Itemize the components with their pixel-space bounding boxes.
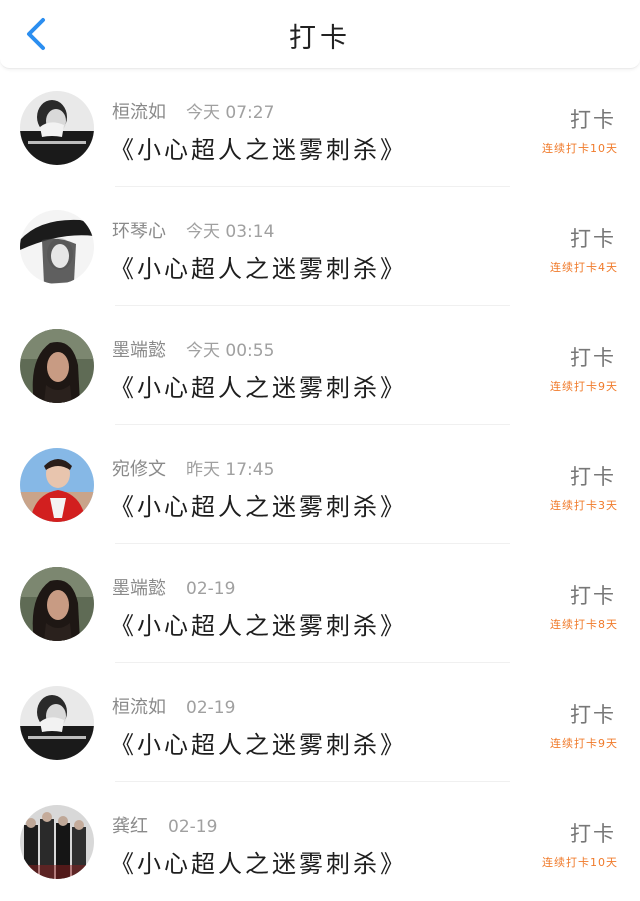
- streak-label: 连续打卡9天: [550, 737, 618, 750]
- checkin-button[interactable]: 打卡: [570, 104, 616, 134]
- streak-label: 连续打卡9天: [550, 380, 618, 393]
- user-name[interactable]: 宛修文: [112, 459, 166, 480]
- list-item[interactable]: 龚红 02-19 《小心超人之迷雾刺杀》 打卡 连续打卡10天: [0, 782, 640, 901]
- checkin-time: 02-19: [168, 817, 218, 837]
- user-name[interactable]: 墨端懿: [112, 578, 166, 599]
- avatar[interactable]: [20, 448, 94, 522]
- checkin-time: 昨天 17:45: [186, 460, 275, 480]
- book-title[interactable]: 《小心超人之迷雾刺杀》: [110, 606, 407, 641]
- user-name[interactable]: 墨端懿: [112, 340, 166, 361]
- streak-label: 连续打卡8天: [550, 618, 618, 631]
- avatar[interactable]: [20, 686, 94, 760]
- checkin-button[interactable]: 打卡: [570, 461, 616, 491]
- list-item[interactable]: 桓流如 02-19 《小心超人之迷雾刺杀》 打卡 连续打卡9天: [0, 663, 640, 782]
- book-title[interactable]: 《小心超人之迷雾刺杀》: [110, 725, 407, 760]
- checkin-time: 02-19: [186, 579, 236, 599]
- book-title[interactable]: 《小心超人之迷雾刺杀》: [110, 487, 407, 522]
- page-title: 打卡: [289, 23, 351, 54]
- list-item[interactable]: 墨端懿 02-19 《小心超人之迷雾刺杀》 打卡 连续打卡8天: [0, 544, 640, 663]
- avatar[interactable]: [20, 329, 94, 403]
- top-nav-bar: 打卡: [0, 0, 640, 69]
- book-title[interactable]: 《小心超人之迷雾刺杀》: [110, 844, 407, 879]
- book-title[interactable]: 《小心超人之迷雾刺杀》: [110, 368, 407, 403]
- checkin-button[interactable]: 打卡: [570, 342, 616, 372]
- checkin-button[interactable]: 打卡: [570, 699, 616, 729]
- streak-label: 连续打卡10天: [542, 142, 618, 155]
- checkin-time: 02-19: [186, 698, 236, 718]
- list-item[interactable]: 墨端懿 今天 00:55 《小心超人之迷雾刺杀》 打卡 连续打卡9天: [0, 306, 640, 425]
- list-item[interactable]: 桓流如 今天 07:27 《小心超人之迷雾刺杀》 打卡 连续打卡10天: [0, 68, 640, 187]
- checkin-time: 今天 00:55: [186, 341, 275, 361]
- avatar[interactable]: [20, 805, 94, 879]
- book-title[interactable]: 《小心超人之迷雾刺杀》: [110, 130, 407, 165]
- checkin-button[interactable]: 打卡: [570, 818, 616, 848]
- checkin-time: 今天 03:14: [186, 222, 275, 242]
- avatar[interactable]: [20, 91, 94, 165]
- avatar[interactable]: [20, 567, 94, 641]
- streak-label: 连续打卡4天: [550, 261, 618, 274]
- avatar[interactable]: [20, 210, 94, 284]
- user-name[interactable]: 龚红: [112, 816, 148, 837]
- checkin-button[interactable]: 打卡: [570, 580, 616, 610]
- list-item[interactable]: 环琴心 今天 03:14 《小心超人之迷雾刺杀》 打卡 连续打卡4天: [0, 187, 640, 306]
- book-title[interactable]: 《小心超人之迷雾刺杀》: [110, 249, 407, 284]
- user-name[interactable]: 环琴心: [112, 221, 166, 242]
- checkin-time: 今天 07:27: [186, 103, 275, 123]
- checkin-list: 桓流如 今天 07:27 《小心超人之迷雾刺杀》 打卡 连续打卡10天 环琴心 今天…: [0, 68, 640, 901]
- user-name[interactable]: 桓流如: [112, 102, 166, 123]
- list-item[interactable]: 宛修文 昨天 17:45 《小心超人之迷雾刺杀》 打卡 连续打卡3天: [0, 425, 640, 544]
- streak-label: 连续打卡10天: [542, 856, 618, 869]
- checkin-button[interactable]: 打卡: [570, 223, 616, 253]
- streak-label: 连续打卡3天: [550, 499, 618, 512]
- user-name[interactable]: 桓流如: [112, 697, 166, 718]
